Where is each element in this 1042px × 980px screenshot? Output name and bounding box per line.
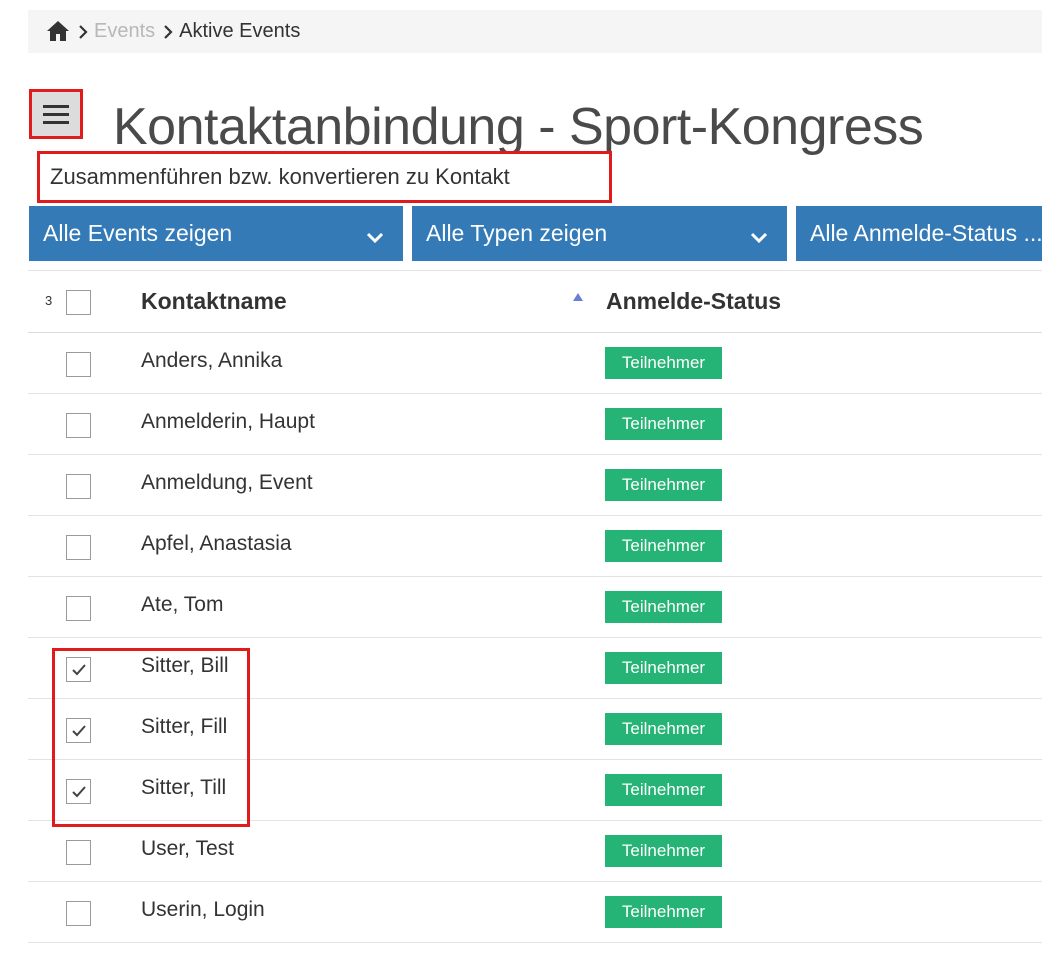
chevron-down-icon bbox=[749, 224, 769, 251]
contact-name[interactable]: Sitter, Fill bbox=[141, 715, 227, 739]
row-checkbox[interactable] bbox=[66, 474, 91, 499]
row-checkbox[interactable] bbox=[66, 657, 91, 682]
merge-convert-link[interactable]: Zusammenführen bzw. konvertieren zu Kont… bbox=[37, 151, 612, 203]
column-header-kontaktname[interactable]: Kontaktname bbox=[141, 288, 287, 315]
breadcrumb: Events Aktive Events bbox=[28, 10, 1042, 53]
breadcrumb-item-events[interactable]: Events bbox=[94, 20, 155, 43]
checkmark-icon bbox=[71, 785, 87, 799]
breadcrumb-item-active-events: Aktive Events bbox=[179, 20, 301, 42]
status-badge: Teilnehmer bbox=[605, 347, 722, 379]
status-badge: Teilnehmer bbox=[605, 896, 722, 928]
checkmark-icon bbox=[71, 663, 87, 677]
table-row[interactable]: Anmelderin, Haupt Teilnehmer bbox=[28, 394, 1042, 455]
filter-types-label: Alle Typen zeigen bbox=[426, 220, 608, 246]
table-row[interactable]: Apfel, Anastasia Teilnehmer bbox=[28, 516, 1042, 577]
contact-name[interactable]: Ate, Tom bbox=[141, 593, 223, 617]
table-row[interactable]: Sitter, Fill Teilnehmer bbox=[28, 699, 1042, 760]
contact-name[interactable]: Anders, Annika bbox=[141, 349, 282, 373]
row-checkbox[interactable] bbox=[66, 718, 91, 743]
select-all-checkbox[interactable] bbox=[66, 290, 91, 315]
home-icon[interactable] bbox=[46, 20, 70, 44]
contact-name[interactable]: User, Test bbox=[141, 837, 234, 861]
row-checkbox[interactable] bbox=[66, 901, 91, 926]
status-badge: Teilnehmer bbox=[605, 591, 722, 623]
sort-ascending-icon[interactable] bbox=[572, 289, 584, 307]
status-badge: Teilnehmer bbox=[605, 713, 722, 745]
table-row[interactable]: Anmeldung, Event Teilnehmer bbox=[28, 455, 1042, 516]
row-checkbox[interactable] bbox=[66, 840, 91, 865]
status-badge: Teilnehmer bbox=[605, 774, 722, 806]
table-row[interactable]: Userin, Login Teilnehmer bbox=[28, 882, 1042, 943]
table-row[interactable]: Sitter, Bill Teilnehmer bbox=[28, 638, 1042, 699]
row-checkbox[interactable] bbox=[66, 352, 91, 377]
table-row[interactable]: Ate, Tom Teilnehmer bbox=[28, 577, 1042, 638]
contact-name[interactable]: Sitter, Till bbox=[141, 776, 226, 800]
filter-events-label: Alle Events zeigen bbox=[43, 220, 233, 246]
table-row[interactable]: Anders, Annika Teilnehmer bbox=[28, 333, 1042, 394]
chevron-right-icon bbox=[78, 24, 88, 39]
table-row[interactable]: Sitter, Till Teilnehmer bbox=[28, 760, 1042, 821]
menu-button[interactable] bbox=[29, 89, 83, 139]
status-badge: Teilnehmer bbox=[605, 408, 722, 440]
status-badge: Teilnehmer bbox=[605, 835, 722, 867]
merge-convert-label: Zusammenführen bzw. konvertieren zu Kont… bbox=[50, 164, 510, 189]
row-checkbox[interactable] bbox=[66, 596, 91, 621]
row-checkbox[interactable] bbox=[66, 413, 91, 438]
hamburger-menu-icon bbox=[41, 102, 71, 126]
filter-status-label: Alle Anmelde-Status ... bbox=[810, 220, 1042, 246]
column-header-anmelde-status[interactable]: Anmelde-Status bbox=[606, 288, 781, 315]
row-checkbox[interactable] bbox=[66, 535, 91, 560]
contact-name[interactable]: Userin, Login bbox=[141, 898, 265, 922]
contact-name[interactable]: Anmelderin, Haupt bbox=[141, 410, 315, 434]
contacts-table: 3 Kontaktname Anmelde-Status Anders, Ann… bbox=[28, 270, 1042, 943]
filter-types-dropdown[interactable]: Alle Typen zeigen bbox=[412, 206, 787, 261]
checkmark-icon bbox=[71, 724, 87, 738]
status-badge: Teilnehmer bbox=[605, 652, 722, 684]
selected-count: 3 bbox=[45, 293, 53, 308]
row-checkbox[interactable] bbox=[66, 779, 91, 804]
table-header-row: 3 Kontaktname Anmelde-Status bbox=[28, 270, 1042, 333]
table-row[interactable]: User, Test Teilnehmer bbox=[28, 821, 1042, 882]
table-body: Anders, Annika Teilnehmer Anmelderin, Haup… bbox=[28, 333, 1042, 943]
contact-name[interactable]: Anmeldung, Event bbox=[141, 471, 313, 495]
contact-name[interactable]: Sitter, Bill bbox=[141, 654, 229, 678]
status-badge: Teilnehmer bbox=[605, 469, 722, 501]
filter-events-dropdown[interactable]: Alle Events zeigen bbox=[29, 206, 403, 261]
status-badge: Teilnehmer bbox=[605, 530, 722, 562]
contact-name[interactable]: Apfel, Anastasia bbox=[141, 532, 292, 556]
chevron-down-icon bbox=[365, 224, 385, 251]
filter-status-dropdown[interactable]: Alle Anmelde-Status ... bbox=[796, 206, 1042, 261]
chevron-right-icon bbox=[163, 24, 173, 39]
